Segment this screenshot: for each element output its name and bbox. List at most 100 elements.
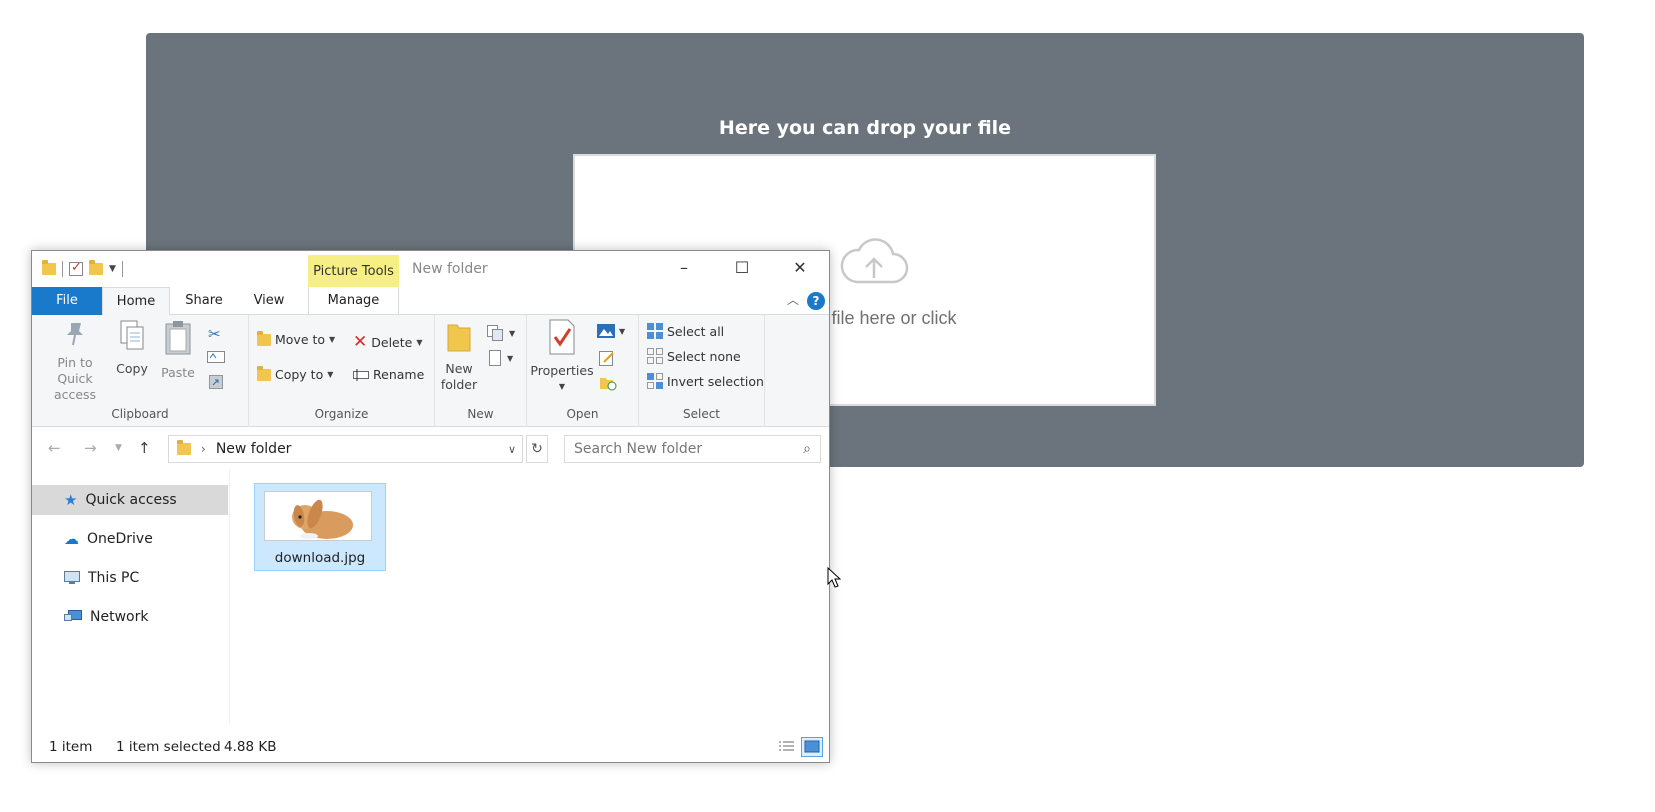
organize-group: Move to ▼ Copy to ▼ ✕ Delete ▼ Rename Organ… [249, 315, 435, 427]
open-group-label: Open [566, 407, 599, 421]
invert-selection-button[interactable]: Invert selection [647, 373, 764, 389]
quick-access-toolbar: ▼ [42, 260, 123, 277]
new-group: New folder ▼ ▼ New [435, 315, 527, 427]
tab-file[interactable]: File [32, 287, 102, 315]
rename-icon [353, 368, 369, 381]
large-icons-view-icon [804, 740, 820, 753]
mouse-cursor-icon [827, 567, 841, 588]
delete-button[interactable]: ✕ Delete ▼ [353, 332, 422, 352]
customize-qat-icon[interactable]: ▼ [109, 264, 116, 274]
copy-icon [120, 320, 144, 350]
selected-count: 1 item selected [116, 739, 221, 755]
minimize-button[interactable]: – [655, 251, 713, 285]
picture-icon [597, 324, 615, 338]
properties-button[interactable]: Properties ▼ [529, 319, 595, 395]
move-to-button[interactable]: Move to ▼ [257, 330, 335, 347]
open-with-button[interactable]: ▼ [597, 324, 625, 338]
new-folder-icon[interactable] [89, 260, 103, 275]
forward-icon[interactable]: → [84, 439, 97, 457]
title-bar: ▼ Picture Tools New folder – ☐ ✕ [32, 251, 829, 287]
nav-item-this-pc[interactable]: This PC [32, 563, 228, 593]
edit-icon[interactable] [599, 350, 615, 366]
drop-title: Here you can drop your file [718, 117, 1012, 139]
paste-button[interactable]: Paste [158, 319, 198, 381]
navigation-bar: ← → ▼ ↑ › New folder ∨ ↻ Search New fold… [32, 427, 829, 469]
network-icon [64, 610, 82, 621]
organize-group-label: Organize [314, 407, 369, 421]
easy-access-button[interactable]: ▼ [487, 350, 513, 366]
star-icon: ★ [64, 491, 78, 509]
tab-share[interactable]: Share [170, 287, 238, 315]
easy-access-icon [489, 350, 501, 366]
address-dropdown-icon[interactable]: ∨ [508, 443, 516, 456]
search-input[interactable]: Search New folder ⌕ [564, 435, 821, 463]
select-none-button[interactable]: Select none [647, 348, 741, 364]
details-view-icon [779, 741, 794, 751]
history-icon[interactable] [599, 375, 617, 391]
nav-item-network[interactable]: Network [32, 602, 228, 632]
cloud-icon: ☁ [64, 530, 79, 548]
copy-button[interactable]: Copy [112, 319, 152, 377]
search-icon[interactable]: ⌕ [803, 436, 811, 462]
select-all-button[interactable]: Select all [647, 323, 724, 339]
tab-view[interactable]: View [238, 287, 300, 315]
ribbon: Pin to Quick access Copy Paste ✂ Clipboa… [32, 315, 829, 427]
tab-manage[interactable]: Manage [308, 287, 399, 315]
computer-icon [64, 571, 80, 584]
invert-selection-icon [647, 373, 663, 389]
new-group-label: New [467, 407, 494, 421]
pin-icon [67, 323, 83, 346]
folder-icon [177, 440, 191, 455]
maximize-button[interactable]: ☐ [713, 251, 771, 285]
file-explorer-window: ▼ Picture Tools New folder – ☐ ✕ File Ho… [31, 250, 830, 763]
new-folder-icon [447, 324, 471, 352]
copy-to-icon [257, 365, 271, 381]
recent-locations-icon[interactable]: ▼ [115, 443, 122, 453]
collapse-ribbon-icon[interactable]: ︿ [787, 291, 799, 308]
breadcrumb[interactable]: New folder [216, 441, 292, 457]
nav-item-onedrive[interactable]: ☁ OneDrive [32, 524, 228, 554]
rabbit-thumbnail-icon [265, 492, 371, 540]
up-icon[interactable]: ↑ [138, 439, 151, 457]
clipboard-group: Pin to Quick access Copy Paste ✂ Clipboa… [32, 315, 249, 427]
file-item[interactable]: download.jpg [254, 483, 386, 571]
navigation-pane: ★ Quick access ☁ OneDrive This PC Networ… [32, 469, 230, 724]
delete-icon: ✕ [353, 332, 368, 352]
select-none-icon [647, 348, 663, 364]
properties-icon [549, 319, 575, 355]
details-view-button[interactable] [775, 737, 797, 757]
tab-home[interactable]: Home [102, 287, 170, 316]
refresh-button[interactable]: ↻ [526, 435, 548, 463]
rename-button[interactable]: Rename [353, 367, 424, 382]
pin-to-quick-access-button[interactable]: Pin to Quick access [40, 319, 110, 403]
breadcrumb-chevron-icon: › [201, 442, 206, 456]
new-item-button[interactable]: ▼ [487, 325, 515, 341]
help-icon[interactable]: ? [807, 292, 825, 310]
back-icon[interactable]: ← [48, 439, 61, 457]
item-count: 1 item [49, 739, 93, 755]
copy-to-button[interactable]: Copy to ▼ [257, 365, 333, 382]
status-bar: 1 item 1 item selected 4.88 KB [32, 732, 829, 762]
image-thumbnail [264, 491, 372, 541]
open-group: Properties ▼ ▼ Open [527, 315, 639, 427]
window-title: New folder [412, 261, 488, 277]
properties-icon[interactable] [69, 260, 83, 276]
paste-shortcut-icon[interactable] [209, 373, 223, 389]
select-group-label: Select [682, 407, 721, 421]
copy-path-icon[interactable] [207, 351, 225, 363]
nav-item-quick-access[interactable]: ★ Quick access [32, 485, 228, 515]
file-name: download.jpg [274, 550, 366, 566]
move-to-icon [257, 330, 271, 346]
new-item-icon [487, 325, 503, 341]
large-icons-view-button[interactable] [801, 737, 823, 757]
file-list-pane[interactable]: download.jpg [231, 469, 829, 724]
picture-tools-context-tab: Picture Tools [308, 255, 399, 287]
new-folder-button[interactable]: New folder [439, 319, 479, 393]
ribbon-tabs: File Home Share View Manage ︿ ? [32, 287, 829, 316]
cut-icon[interactable]: ✂ [208, 325, 221, 343]
folder-icon [42, 260, 56, 275]
close-button[interactable]: ✕ [771, 251, 829, 285]
selected-size: 4.88 KB [224, 739, 277, 755]
cloud-upload-icon [840, 238, 909, 284]
address-bar[interactable]: › New folder ∨ [168, 435, 523, 463]
